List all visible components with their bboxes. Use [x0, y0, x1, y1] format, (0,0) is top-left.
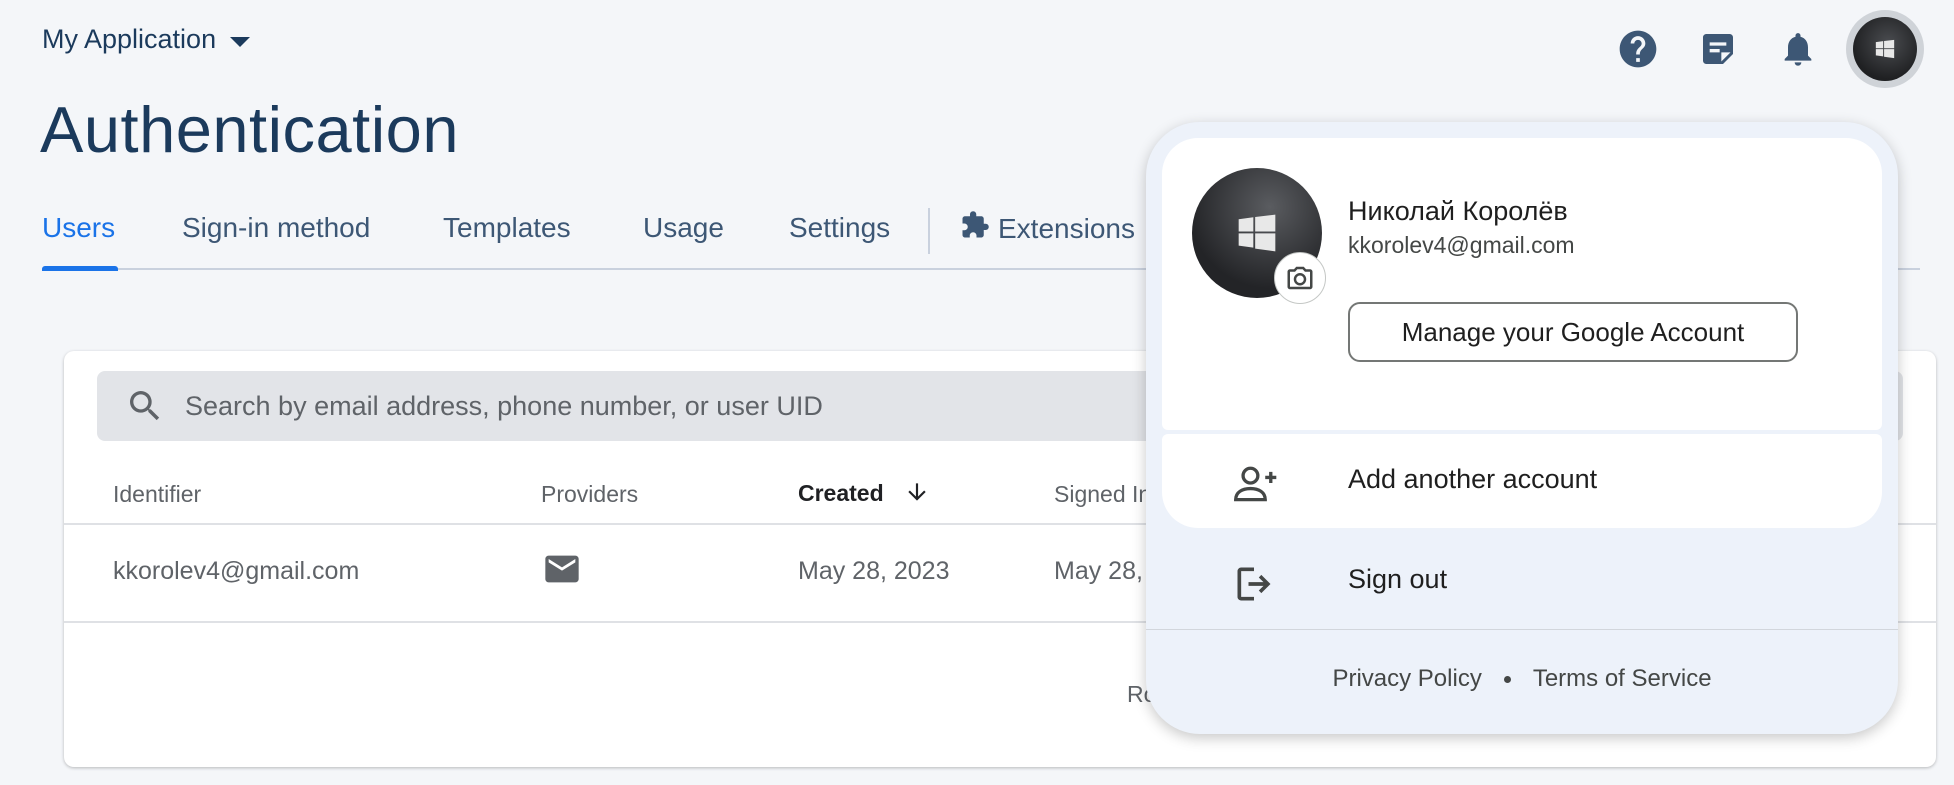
account-email: kkorolev4@gmail.com [1348, 232, 1575, 258]
avatar [1853, 17, 1917, 81]
tab-label: Usage [643, 212, 724, 243]
dropdown-caret-icon [230, 36, 251, 47]
tab-divider [928, 208, 930, 254]
sign-out-label: Sign out [1348, 564, 1448, 594]
notifications-icon[interactable] [1776, 27, 1820, 71]
camera-icon[interactable] [1274, 252, 1326, 304]
terms-of-service-link[interactable]: Terms of Service [1533, 665, 1712, 692]
active-tab-indicator [42, 266, 118, 271]
account-name: Николай Королёв [1348, 196, 1568, 226]
created-cell: May 28, 2023 [798, 557, 950, 585]
menu-divider [1146, 629, 1898, 630]
column-header-created[interactable]: Created [798, 479, 930, 511]
tab-label: Users [42, 212, 116, 243]
add-account-label: Add another account [1348, 464, 1598, 494]
menu-footer: Privacy Policy Terms of Service [1146, 665, 1898, 693]
windows-logo-icon [1238, 214, 1276, 252]
header-actions [1580, 10, 1924, 88]
tab-users[interactable]: Users [42, 212, 115, 244]
add-account-item[interactable]: Add another account [1162, 434, 1882, 528]
tab-usage[interactable]: Usage [643, 212, 724, 244]
account-avatar-button[interactable] [1846, 10, 1924, 88]
search-icon [125, 386, 165, 426]
sign-out-item[interactable]: Sign out [1162, 534, 1882, 628]
windows-logo-icon [1875, 39, 1895, 59]
tab-label: Settings [789, 212, 891, 243]
manage-account-button[interactable]: Manage your Google Account [1348, 302, 1798, 362]
logout-icon [1232, 562, 1276, 611]
arrow-down-icon [904, 479, 930, 511]
account-menu: Николай Королёв kkorolev4@gmail.com Mana… [1146, 122, 1898, 734]
release-notes-icon[interactable] [1696, 27, 1740, 71]
privacy-policy-link[interactable]: Privacy Policy [1332, 665, 1481, 692]
tab-templates[interactable]: Templates [443, 212, 571, 244]
column-header-identifier: Identifier [113, 481, 202, 507]
add-person-icon [1232, 462, 1280, 509]
tab-settings[interactable]: Settings [789, 212, 890, 244]
column-header-providers: Providers [541, 481, 639, 507]
column-header-label: Created [798, 480, 884, 507]
app-name: My Application [42, 24, 217, 54]
email-icon [542, 549, 582, 596]
page-title: Authentication [40, 93, 459, 166]
account-info-section: Николай Королёв kkorolev4@gmail.com Mana… [1162, 138, 1882, 430]
app-switcher[interactable]: My Application [42, 24, 251, 55]
tab-label: Extensions [998, 212, 1135, 244]
tab-label: Templates [443, 212, 571, 243]
puzzle-icon [960, 210, 990, 247]
tab-label: Sign-in method [182, 212, 371, 243]
tab-extensions[interactable]: Extensions [960, 210, 1135, 249]
identifier-cell: kkorolev4@gmail.com [113, 557, 360, 585]
separator-dot [1503, 676, 1511, 684]
help-icon[interactable] [1616, 27, 1660, 71]
tab-sign-in-method[interactable]: Sign-in method [182, 212, 370, 244]
column-header-signed-in: Signed In [1054, 481, 1152, 507]
